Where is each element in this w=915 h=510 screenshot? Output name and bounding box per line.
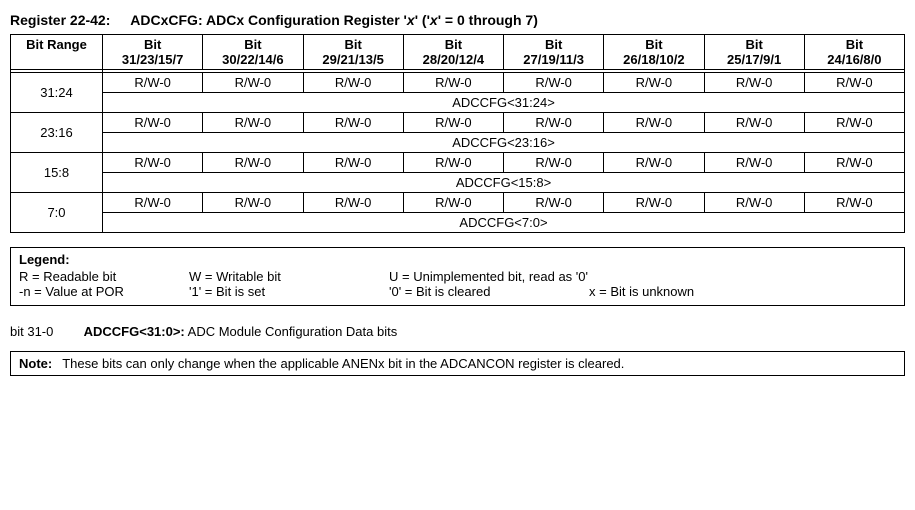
rw-cell: R/W-0 <box>103 113 203 133</box>
register-title: Register 22-42: ADCxCFG: ADCx Configurat… <box>10 12 905 28</box>
bit-range-cell: 7:0 <box>11 193 103 233</box>
bit-range-header: Bit Range <box>11 35 103 70</box>
rw-cell: R/W-0 <box>203 73 303 93</box>
col-header: Bit28/20/12/4 <box>403 35 503 70</box>
rw-cell: R/W-0 <box>504 73 604 93</box>
rw-cell: R/W-0 <box>403 73 503 93</box>
legend-row: R = Readable bit W = Writable bit U = Un… <box>19 269 896 284</box>
rw-cell: R/W-0 <box>604 193 704 213</box>
rw-cell: R/W-0 <box>504 193 604 213</box>
legend-box: Legend: R = Readable bit W = Writable bi… <box>10 247 905 306</box>
col-header: Bit29/21/13/5 <box>303 35 403 70</box>
table-row: ADCCFG<23:16> <box>11 133 905 153</box>
rw-cell: R/W-0 <box>804 113 904 133</box>
rw-cell: R/W-0 <box>203 193 303 213</box>
rw-cell: R/W-0 <box>804 193 904 213</box>
legend-readable: R = Readable bit <box>19 269 189 284</box>
legend-row: -n = Value at POR '1' = Bit is set '0' =… <box>19 284 896 299</box>
table-row: ADCCFG<15:8> <box>11 173 905 193</box>
table-row: ADCCFG<7:0> <box>11 213 905 233</box>
rw-cell: R/W-0 <box>303 153 403 173</box>
col-header: Bit30/22/14/6 <box>203 35 303 70</box>
register-table: Bit Range Bit31/23/15/7 Bit30/22/14/6 Bi… <box>10 34 905 233</box>
rw-cell: R/W-0 <box>704 73 804 93</box>
bit-range-cell: 23:16 <box>11 113 103 153</box>
field-cell: ADCCFG<15:8> <box>103 173 905 193</box>
legend-por: -n = Value at POR <box>19 284 189 299</box>
rw-cell: R/W-0 <box>303 113 403 133</box>
field-cell: ADCCFG<23:16> <box>103 133 905 153</box>
rw-cell: R/W-0 <box>403 193 503 213</box>
col-header: Bit25/17/9/1 <box>704 35 804 70</box>
rw-cell: R/W-0 <box>604 113 704 133</box>
note-box: Note: These bits can only change when the… <box>10 351 905 376</box>
rw-cell: R/W-0 <box>604 153 704 173</box>
rw-cell: R/W-0 <box>103 193 203 213</box>
rw-cell: R/W-0 <box>804 153 904 173</box>
rw-cell: R/W-0 <box>203 153 303 173</box>
col-header: Bit31/23/15/7 <box>103 35 203 70</box>
table-row: 31:24 R/W-0 R/W-0 R/W-0 R/W-0 R/W-0 R/W-… <box>11 73 905 93</box>
bit-desc-name: ADCCFG<31:0>: <box>84 324 185 339</box>
col-header: Bit27/19/11/3 <box>504 35 604 70</box>
rw-cell: R/W-0 <box>403 113 503 133</box>
rw-cell: R/W-0 <box>303 73 403 93</box>
table-row: ADCCFG<31:24> <box>11 93 905 113</box>
register-name-x2: x <box>430 12 438 28</box>
register-number: Register 22-42: <box>10 12 110 28</box>
rw-cell: R/W-0 <box>604 73 704 93</box>
legend-unimplemented: U = Unimplemented bit, read as '0' <box>389 269 669 284</box>
bit-range-cell: 15:8 <box>11 153 103 193</box>
field-cell: ADCCFG<7:0> <box>103 213 905 233</box>
rw-cell: R/W-0 <box>704 153 804 173</box>
rw-cell: R/W-0 <box>504 113 604 133</box>
rw-cell: R/W-0 <box>203 113 303 133</box>
register-name-text: ADCxCFG: ADCx Configuration Register ' <box>130 12 407 28</box>
col-header: Bit26/18/10/2 <box>604 35 704 70</box>
note-label: Note: <box>19 356 52 371</box>
bit-desc-range: bit 31-0 <box>10 324 80 339</box>
legend-bit-cleared: '0' = Bit is cleared <box>389 284 589 299</box>
legend-writable: W = Writable bit <box>189 269 389 284</box>
register-name-x1: x <box>407 12 415 28</box>
legend-bit-set: '1' = Bit is set <box>189 284 389 299</box>
rw-cell: R/W-0 <box>403 153 503 173</box>
col-header: Bit24/16/8/0 <box>804 35 904 70</box>
table-row: 15:8 R/W-0 R/W-0 R/W-0 R/W-0 R/W-0 R/W-0… <box>11 153 905 173</box>
register-name-paren2: ' = 0 through 7) <box>438 12 538 28</box>
field-cell: ADCCFG<31:24> <box>103 93 905 113</box>
rw-cell: R/W-0 <box>303 193 403 213</box>
legend-bit-unknown: x = Bit is unknown <box>589 284 694 299</box>
rw-cell: R/W-0 <box>804 73 904 93</box>
rw-cell: R/W-0 <box>504 153 604 173</box>
table-row: 7:0 R/W-0 R/W-0 R/W-0 R/W-0 R/W-0 R/W-0 … <box>11 193 905 213</box>
bit-range-cell: 31:24 <box>11 73 103 113</box>
rw-cell: R/W-0 <box>103 73 203 93</box>
register-name: ADCxCFG: ADCx Configuration Register 'x'… <box>130 12 538 28</box>
legend-title: Legend: <box>19 252 896 267</box>
bit-description: bit 31-0 ADCCFG<31:0>: ADC Module Config… <box>10 324 905 339</box>
rw-cell: R/W-0 <box>103 153 203 173</box>
bit-desc-text: ADC Module Configuration Data bits <box>185 324 397 339</box>
table-header-row: Bit Range Bit31/23/15/7 Bit30/22/14/6 Bi… <box>11 35 905 70</box>
note-text: These bits can only change when the appl… <box>62 356 624 371</box>
rw-cell: R/W-0 <box>704 193 804 213</box>
register-name-paren1: ' (' <box>415 12 430 28</box>
rw-cell: R/W-0 <box>704 113 804 133</box>
table-row: 23:16 R/W-0 R/W-0 R/W-0 R/W-0 R/W-0 R/W-… <box>11 113 905 133</box>
